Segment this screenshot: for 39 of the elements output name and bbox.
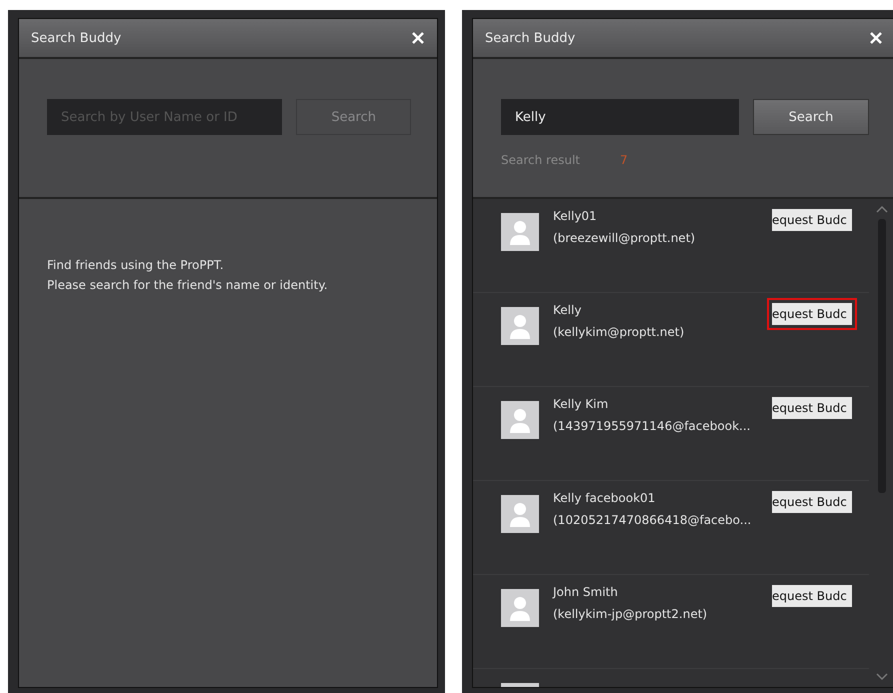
buddy-name: Kelly facebook01 (553, 491, 656, 505)
search-field[interactable]: Kelly (501, 99, 739, 135)
request-buddy-button[interactable]: equest Budc (772, 209, 852, 231)
request-buddy-button[interactable]: equest Budc (772, 585, 852, 607)
dialog-title: Search Buddy (485, 30, 576, 46)
help-text: Find friends using the ProPPT. (47, 257, 225, 274)
search-button[interactable]: Search (753, 99, 869, 135)
result-count: 7 (620, 153, 628, 167)
request-buddy-button[interactable]: equest Budc (772, 491, 852, 513)
close-button[interactable] (869, 31, 883, 45)
close-button[interactable] (411, 31, 425, 45)
dialog-title: Search Buddy (31, 30, 122, 46)
result-row[interactable]: Kelly facebook01 (10205217470866418@facebo... equest Budc (473, 481, 869, 575)
request-buddy-button[interactable]: equest Budc (772, 303, 852, 325)
buddy-name: Kelly (553, 303, 582, 317)
scroll-down-icon[interactable] (876, 673, 888, 681)
buddy-name: John Smith (553, 585, 619, 599)
buddy-email: (kellykim@proptt.net) (553, 325, 686, 339)
buddy-name: Kelly01 (553, 209, 598, 223)
result-row[interactable]: John Smith (kellykim-jp@proptt2.net) equest Budc (473, 575, 869, 669)
help-text: Please search for the friend's name or identity. (47, 277, 329, 294)
result-label: Search result (501, 153, 580, 167)
avatar-icon (501, 589, 539, 627)
close-icon (869, 31, 883, 45)
buddy-email: (10205217470866418@facebo... (553, 513, 752, 527)
result-row[interactable]: Kelly (kellykim@proptt.net) equest Budc (473, 293, 869, 387)
avatar-icon (501, 213, 539, 251)
result-row[interactable]: Kelly01 (breezewill@proptt.net) equest Budc (473, 199, 869, 293)
scroll-up-icon[interactable] (876, 205, 888, 213)
buddy-email: (breezewill@proptt.net) (553, 231, 696, 245)
close-icon (411, 31, 425, 45)
avatar-icon (501, 401, 539, 439)
result-row[interactable]: Kelly Kim (143971955971146@facebook... equest Budc (473, 387, 869, 481)
avatar-icon (501, 495, 539, 533)
avatar-icon (501, 307, 539, 345)
buddy-email: (143971955971146@facebook... (553, 419, 752, 433)
buddy-name: Kelly Kim (553, 397, 610, 411)
request-buddy-button[interactable]: equest Budc (772, 397, 852, 419)
buddy-email: (kellykim-jp@proptt2.net) (553, 607, 708, 621)
